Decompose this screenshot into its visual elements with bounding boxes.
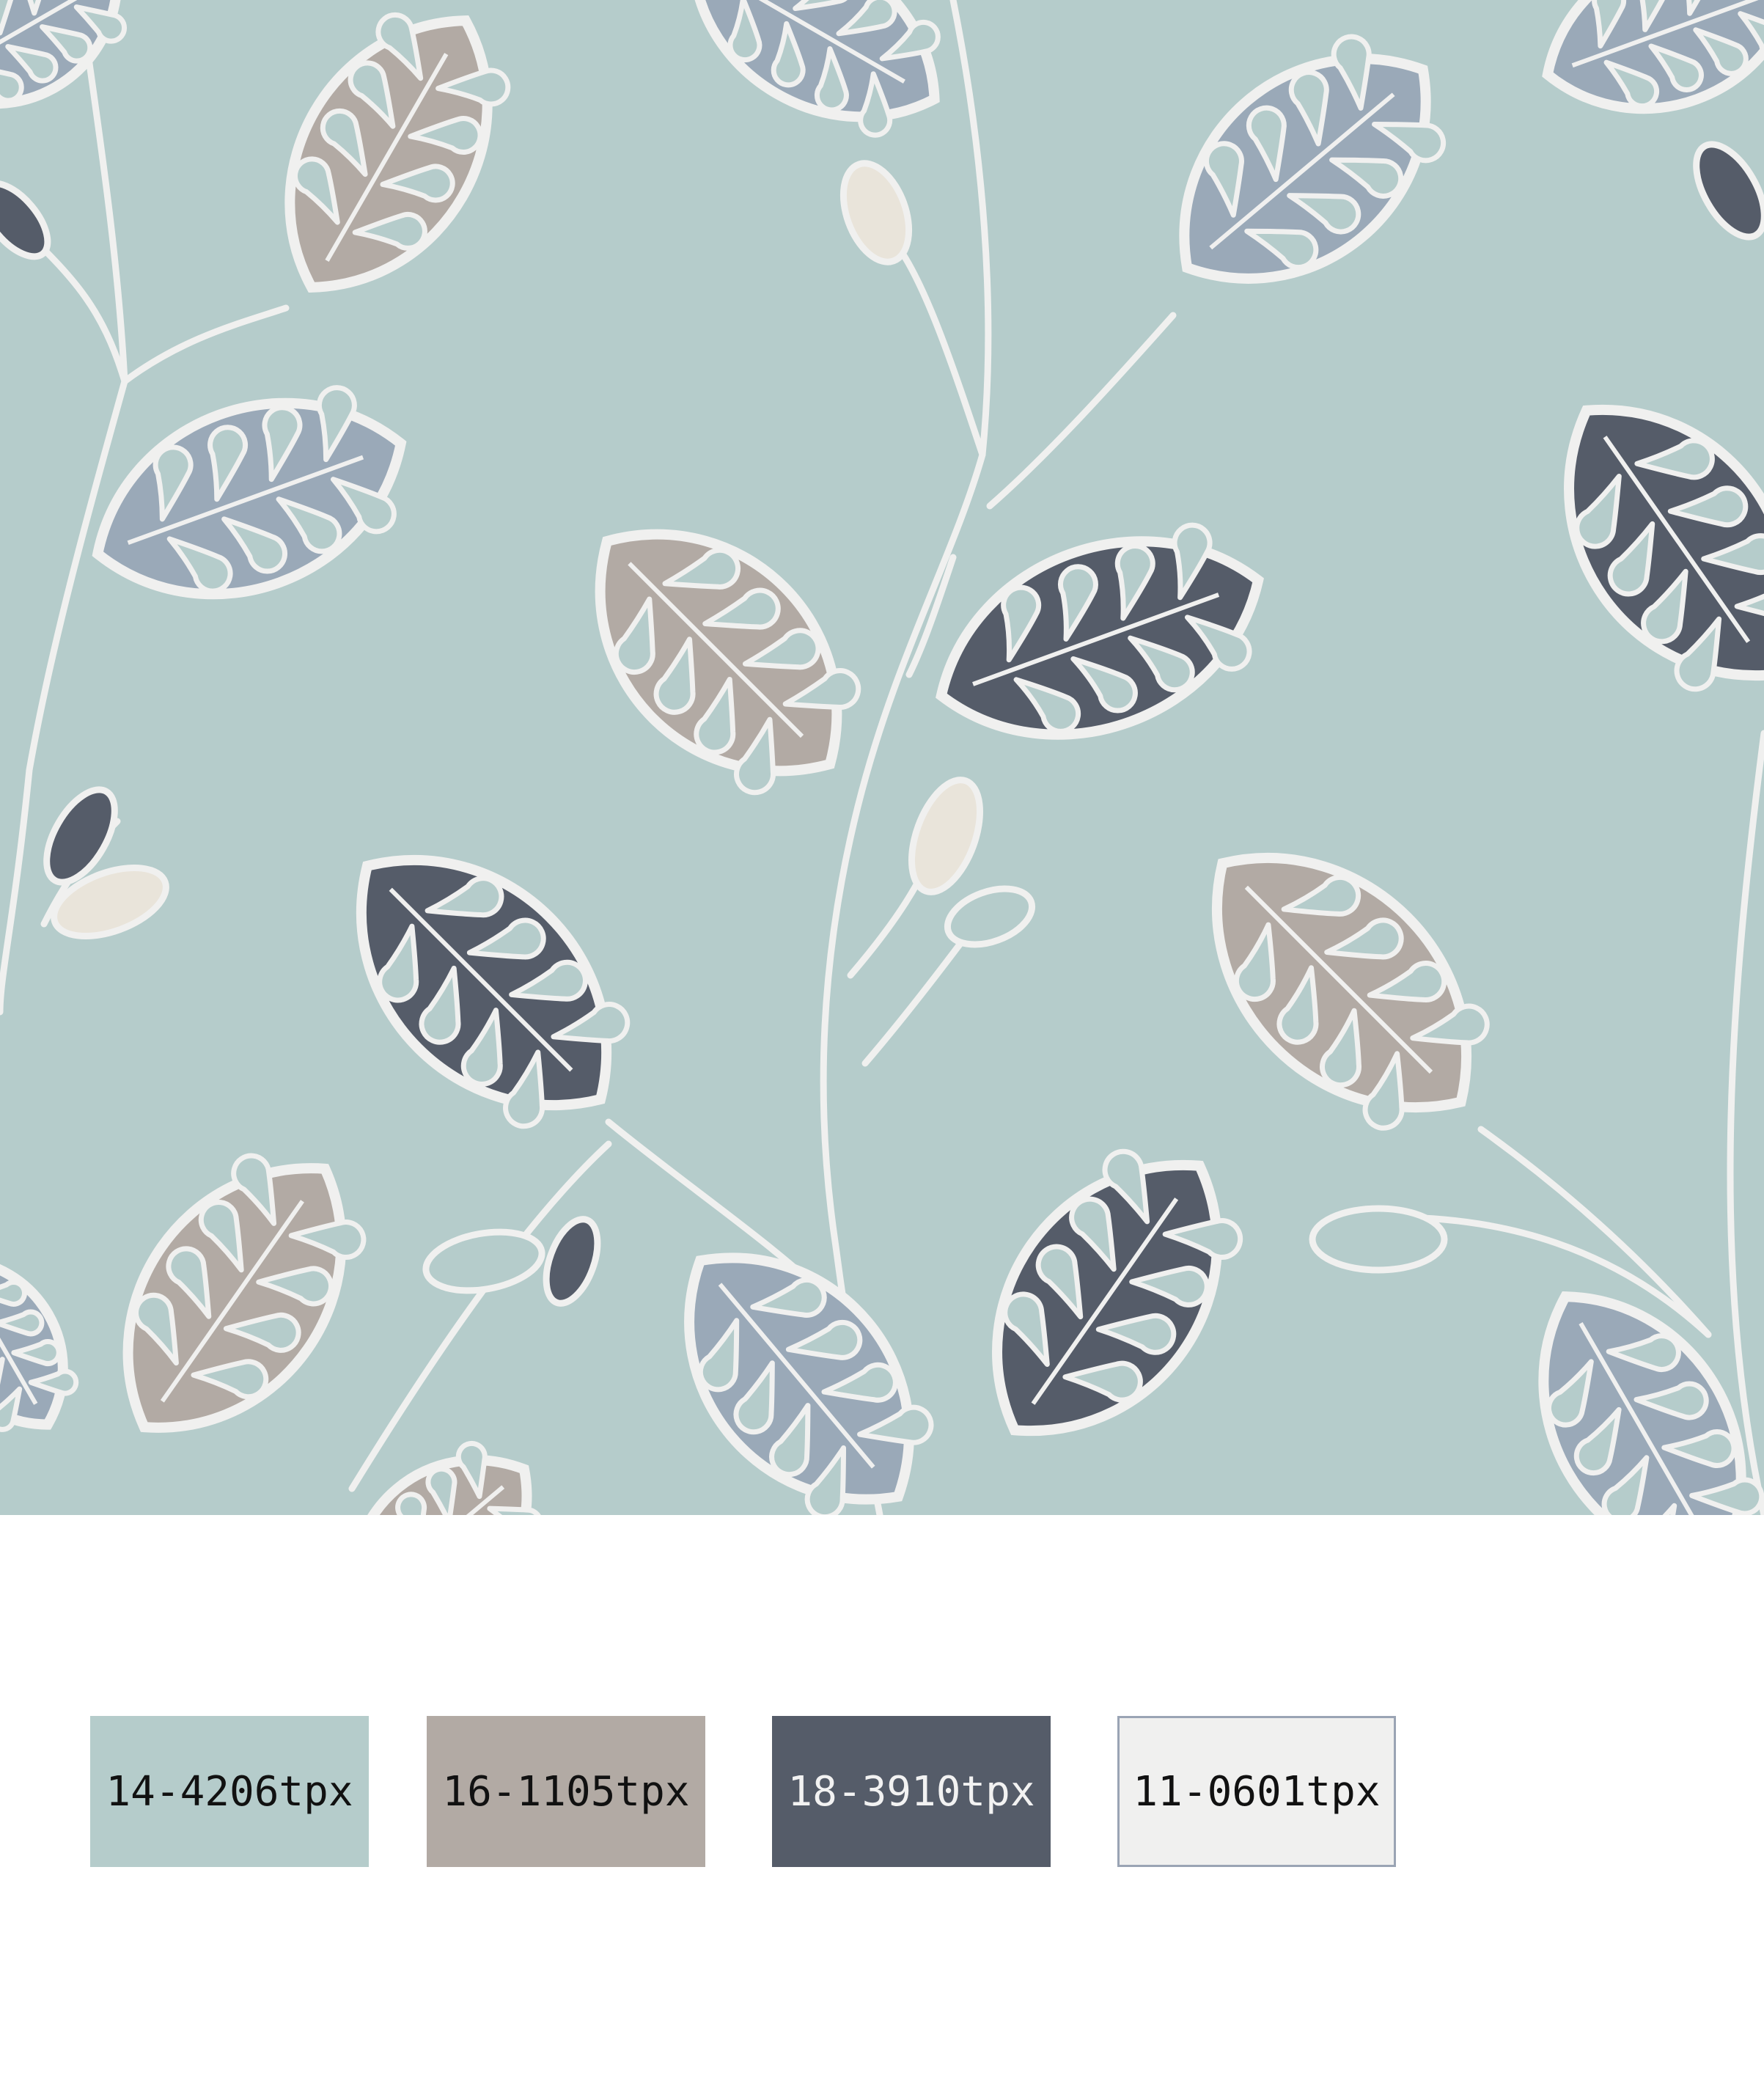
- color-swatch-2: 16-1105tpx: [427, 1716, 705, 1867]
- color-palette: 14-4206tpx 16-1105tpx 18-3910tpx 11-0601…: [0, 1515, 1764, 2087]
- color-swatch-1: 14-4206tpx: [90, 1716, 369, 1867]
- swatch-code-2: 16-1105tpx: [442, 1767, 690, 1816]
- leaf-pattern-artwork: [0, 0, 1764, 1515]
- bud: [1309, 1205, 1448, 1274]
- swatch-code-1: 14-4206tpx: [106, 1767, 353, 1816]
- swatch-code-4: 11-0601tpx: [1133, 1767, 1381, 1816]
- color-swatch-4: 11-0601tpx: [1117, 1716, 1396, 1867]
- swatch-code-3: 18-3910tpx: [787, 1767, 1035, 1816]
- color-swatch-3: 18-3910tpx: [772, 1716, 1051, 1867]
